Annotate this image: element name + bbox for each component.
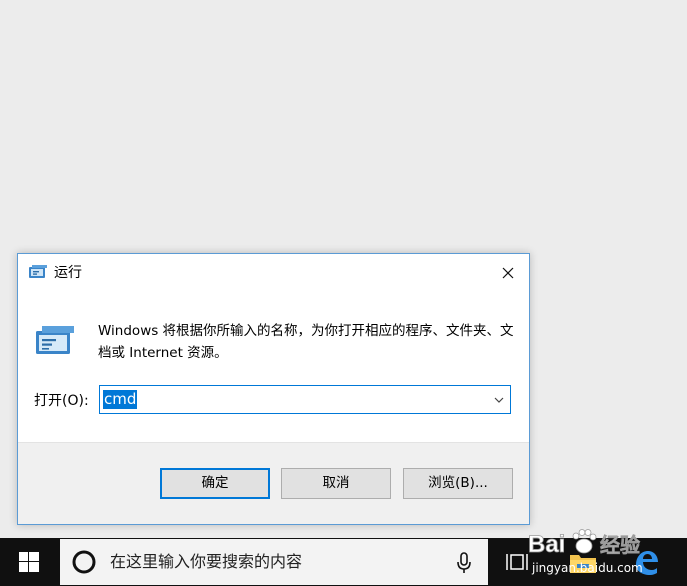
command-input[interactable]: cmd	[99, 385, 511, 414]
close-icon	[502, 267, 514, 279]
task-view-icon	[506, 554, 528, 570]
edge-browser-icon	[636, 551, 658, 575]
file-explorer-icon	[570, 555, 596, 573]
run-dialog: 运行 Windows 将根据你所输入的名称，为你打开相应的程序、文件夹、文档或 …	[17, 253, 530, 525]
cortana-circle-icon	[72, 550, 96, 574]
dialog-titlebar[interactable]: 运行	[18, 254, 529, 292]
dialog-footer: 确定 取消 浏览(B)...	[18, 442, 529, 524]
dropdown-button[interactable]	[493, 394, 505, 406]
browse-button[interactable]: 浏览(B)...	[403, 468, 513, 499]
taskbar: 在这里输入你要搜索的内容	[0, 538, 687, 586]
start-button[interactable]	[0, 538, 58, 586]
taskbar-search-box[interactable]: 在这里输入你要搜索的内容	[60, 539, 488, 585]
chevron-down-icon	[494, 397, 504, 403]
run-icon	[28, 264, 48, 280]
command-input-value[interactable]: cmd	[103, 390, 138, 409]
dialog-title: 运行	[54, 265, 82, 281]
file-explorer-button[interactable]	[568, 548, 598, 576]
ok-button[interactable]: 确定	[160, 468, 270, 499]
open-label: 打开(O):	[34, 393, 89, 409]
microphone-icon[interactable]	[456, 551, 472, 575]
cancel-button[interactable]: 取消	[281, 468, 391, 499]
close-button[interactable]	[495, 260, 521, 286]
search-placeholder: 在这里输入你要搜索的内容	[110, 552, 303, 571]
task-view-button[interactable]	[506, 550, 528, 574]
windows-logo-icon	[19, 552, 39, 572]
edge-browser-button[interactable]	[632, 548, 660, 576]
dialog-description: Windows 将根据你所输入的名称，为你打开相应的程序、文件夹、文档或 Int…	[98, 323, 514, 361]
run-icon	[34, 324, 76, 356]
